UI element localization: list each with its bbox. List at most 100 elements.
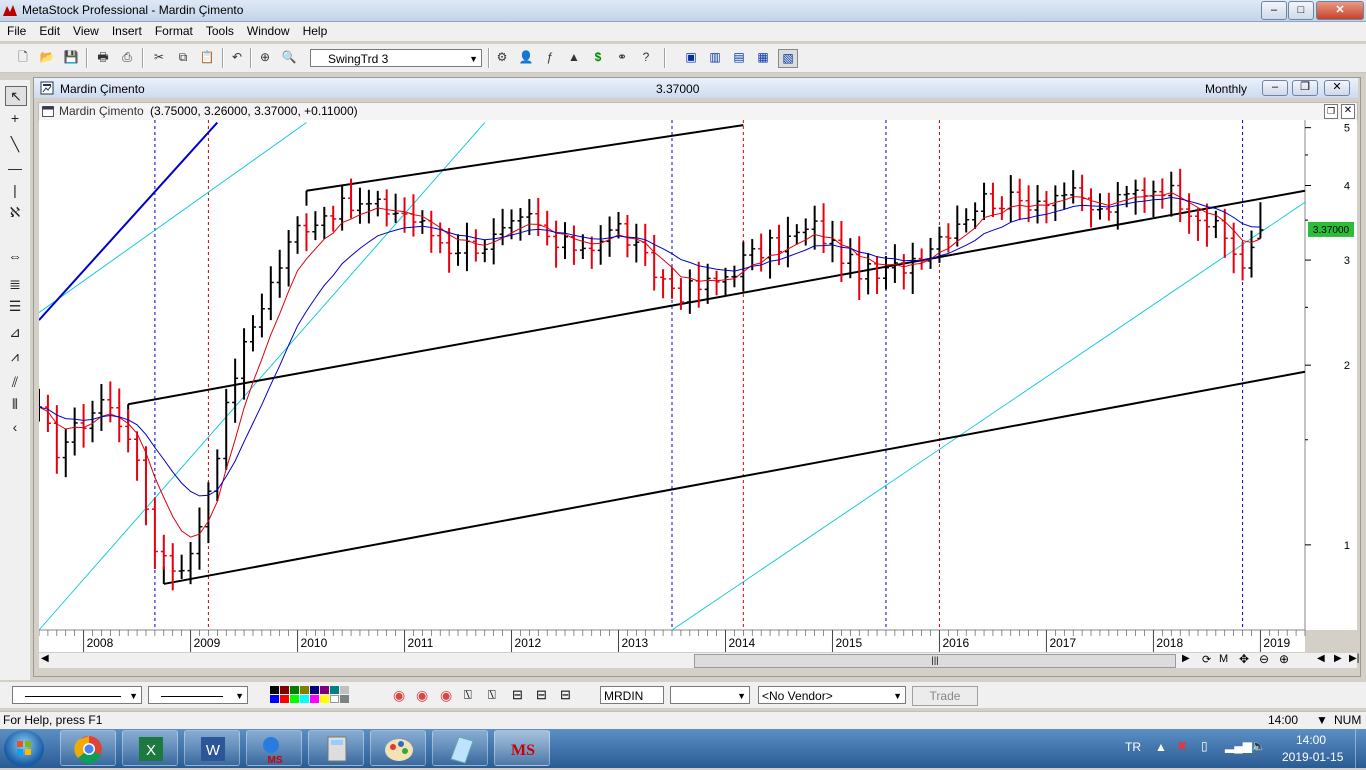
save-icon[interactable]: 💾 [62,49,80,66]
open-folder-icon[interactable]: 📂 [38,49,56,66]
fan-icon[interactable]: ⊿ [5,323,25,341]
page-right-icon[interactable]: ▶ [1334,653,1342,664]
page-end-icon[interactable]: ▶| [1349,653,1359,664]
show-desktop-button[interactable] [1355,729,1366,768]
trade-button[interactable]: Trade [912,686,978,706]
line-style-select[interactable]: ▼ [12,686,142,704]
new-file-icon[interactable]: 🗋 [14,49,32,66]
horizontal-line-icon[interactable]: — [5,159,25,177]
scroll-move-icon[interactable]: ✥ [1239,652,1249,666]
color-palette[interactable] [270,686,362,704]
dollar-icon[interactable]: $ [589,49,607,66]
child-restore-button[interactable]: ❐ [1292,80,1318,96]
arrow-tools-icon[interactable]: ⇔ [5,247,25,265]
zoom-out-icon[interactable]: ⊖ [1259,652,1269,666]
window-split-3-icon[interactable]: ⊟ [560,687,571,703]
crosshair-tool-icon[interactable]: + [5,109,25,127]
scroll-right-icon[interactable]: ▶ [1182,653,1190,664]
vendor-select[interactable]: <No Vendor> ▼ [758,686,906,704]
tile-grid-icon[interactable]: ▦ [754,49,772,66]
taskbar-notes[interactable] [432,730,488,766]
clock-date[interactable]: 2019-01-15 [1282,750,1343,764]
inner-restore-icon[interactable]: ❐ [1324,104,1338,119]
scroll-m-icon[interactable]: M [1219,653,1228,665]
taskbar-chrome[interactable] [60,730,116,766]
volume-icon[interactable]: 🔈 [1251,739,1266,753]
pointer-icon[interactable]: ↖ [5,86,27,106]
chrome-icon-1[interactable]: ◉ [393,687,405,704]
print-icon[interactable]: 🖶 [94,49,112,66]
indicator-builder-icon[interactable]: ⚙ [493,49,511,66]
network-icon[interactable]: ▂▄▆ [1225,739,1252,753]
price-chart[interactable]: 5 4 3 2 1 2008 2009 2010 2011 2012 2013 2014 2015 20… [39,120,1357,652]
layout-active-icon[interactable]: ▧ [778,49,798,68]
exchange-select[interactable]: ▼ [670,686,750,704]
anchor-left-icon[interactable]: ⍂ [464,687,472,703]
trendline-icon[interactable]: ╲ [5,135,25,153]
fibonacci-icon[interactable]: ≣ [5,275,25,293]
zoom-icon[interactable]: 🔍 [280,49,298,66]
tile-vertical-icon[interactable]: ▥ [706,49,724,66]
tray-expand-icon[interactable]: ▲ [1155,740,1167,754]
scroll-thumb[interactable]: ||| [694,654,1176,668]
child-close-button[interactable]: ✕ [1324,80,1350,96]
menu-window[interactable]: Window [240,22,296,38]
menu-insert[interactable]: Insert [105,22,148,38]
cut-icon[interactable]: ✂ [150,49,168,66]
taskbar-metastock-net[interactable]: MS [246,730,302,766]
chrome-icon-2[interactable]: ◉ [416,687,428,704]
help-pointer-icon[interactable]: ? [637,49,655,66]
copy-icon[interactable]: ⧉ [174,49,192,66]
window-split-2-icon[interactable]: ⊟ [536,687,547,703]
explorer-icon[interactable]: 👤 [517,49,535,66]
retracement-icon[interactable]: ☰ [5,297,25,315]
print-preview-icon[interactable]: ⎙ [118,49,136,66]
taskbar-word[interactable]: W [184,730,240,766]
crosshair-icon[interactable]: ⊕ [256,49,274,66]
menu-format[interactable]: Format [148,22,199,38]
line-weight-select[interactable]: ▼ [148,686,248,704]
taskbar-metastock[interactable]: MS [494,730,550,766]
inner-close-icon[interactable]: ✕ [1341,104,1355,119]
window-split-icon[interactable]: ⊟ [512,687,523,703]
zoom-in-icon[interactable]: ⊕ [1279,652,1289,666]
menu-view[interactable]: View [66,22,105,38]
maximize-button[interactable]: □ [1288,1,1314,20]
close-button[interactable]: ✕ [1316,1,1364,20]
minimize-button[interactable]: – [1261,1,1287,20]
cascade-icon[interactable]: ▣ [682,49,700,66]
chart-scrollbar[interactable]: ◀ ||| ▶ ⟳ M ✥ ⊖ ⊕ ◀ ▶ ▶| [39,652,1359,668]
anchor-right-icon[interactable]: ⍂ [488,687,496,703]
page-left-icon[interactable]: ◀ [1317,653,1325,664]
menu-file[interactable]: File [0,22,32,38]
tile-horizontal-icon[interactable]: ▤ [730,49,748,66]
paste-icon[interactable]: 📋 [198,49,216,66]
taskbar-calculator[interactable] [308,730,364,766]
arc-icon[interactable]: ‹ [5,418,25,436]
scroll-refresh-icon[interactable]: ⟳ [1202,653,1211,666]
formula-icon[interactable]: ƒ [541,49,559,66]
menu-help[interactable]: Help [296,22,334,38]
periodicity-label[interactable]: Monthly [1205,82,1247,96]
taskbar-excel[interactable]: X [122,730,178,766]
tray-device-icon[interactable]: ▯ [1201,739,1208,753]
vertical-line-icon[interactable]: | [5,181,25,199]
symbol-input[interactable]: MRDIN [600,686,664,704]
menu-tools[interactable]: Tools [199,22,240,38]
chrome-icon-3[interactable]: ◉ [440,687,452,704]
start-button[interactable] [4,730,44,767]
language-indicator[interactable]: TR [1125,740,1141,754]
binoculars-icon[interactable]: ⚭ [613,49,631,66]
clock-time[interactable]: 14:00 [1296,733,1326,747]
tray-alert-icon[interactable]: ✖ [1177,739,1187,753]
expert-icon[interactable]: ▲ [565,49,583,66]
text-tool-icon[interactable]: ℵ [5,203,25,221]
child-minimize-button[interactable]: – [1262,80,1288,96]
speed-lines-icon[interactable]: ⩘ [5,347,25,365]
scroll-left-icon[interactable]: ◀ [41,653,49,664]
menu-edit[interactable]: Edit [32,22,66,38]
undo-icon[interactable]: ↶ [228,49,246,66]
taskbar-paint[interactable] [370,730,426,766]
template-select[interactable]: SwingTrd 3 ▼ [310,49,482,67]
cycle-lines-icon[interactable]: ⦀ [5,395,25,413]
